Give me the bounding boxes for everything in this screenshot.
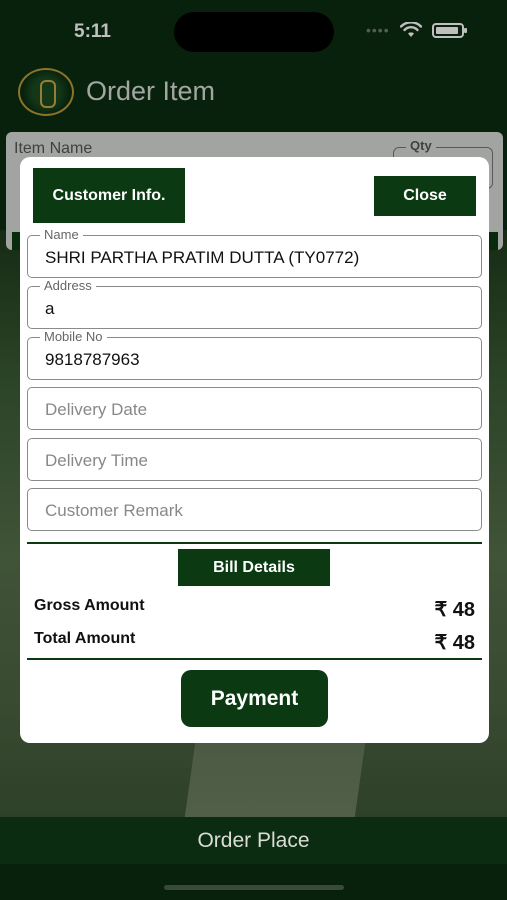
- mobile-legend: Mobile No: [40, 329, 107, 344]
- delivery-date-field[interactable]: Delivery Date: [27, 387, 482, 430]
- customer-remark-field[interactable]: Customer Remark: [27, 488, 482, 531]
- gross-amount-label: Gross Amount: [34, 597, 145, 614]
- total-amount-label: Total Amount: [34, 630, 136, 647]
- payment-button[interactable]: Payment: [181, 670, 328, 727]
- customer-info-modal: Customer Info. Close Name SHRI PARTHA PR…: [20, 157, 489, 743]
- name-legend: Name: [40, 227, 83, 242]
- delivery-date-placeholder: Delivery Date: [45, 400, 148, 419]
- mobile-field[interactable]: Mobile No 9818787963: [27, 329, 482, 380]
- delivery-time-field[interactable]: Delivery Time: [27, 438, 482, 481]
- address-legend: Address: [40, 278, 96, 293]
- bill-details-button[interactable]: Bill Details: [178, 549, 330, 586]
- close-button[interactable]: Close: [374, 176, 476, 216]
- delivery-time-placeholder: Delivery Time: [45, 451, 148, 470]
- gross-amount-value: ₹ 48: [434, 599, 475, 621]
- order-place-button[interactable]: Order Place: [0, 817, 507, 864]
- divider-bottom: [27, 658, 482, 660]
- name-field[interactable]: Name SHRI PARTHA PRATIM DUTTA (TY0772): [27, 227, 482, 278]
- address-field[interactable]: Address a: [27, 278, 482, 329]
- home-indicator: [164, 885, 344, 890]
- total-amount-value: ₹ 48: [434, 632, 475, 654]
- mobile-value: 9818787963: [45, 350, 140, 369]
- address-value: a: [45, 299, 55, 318]
- customer-info-tab[interactable]: Customer Info.: [33, 168, 185, 223]
- name-value: SHRI PARTHA PRATIM DUTTA (TY0772): [45, 248, 360, 267]
- divider-top: [27, 542, 482, 544]
- customer-remark-placeholder: Customer Remark: [45, 501, 183, 520]
